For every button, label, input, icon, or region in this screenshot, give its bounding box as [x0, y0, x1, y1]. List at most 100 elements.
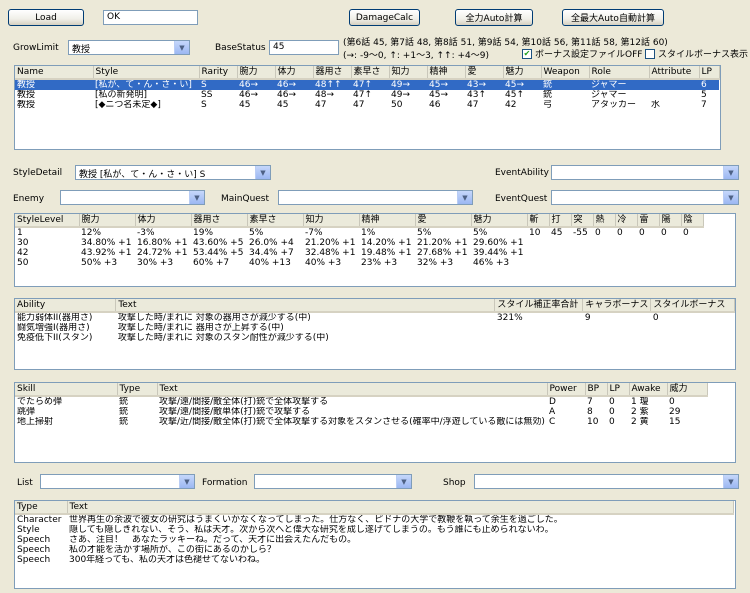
col-str[interactable]: 腕力: [237, 66, 276, 80]
col-name[interactable]: Name: [15, 66, 94, 80]
text-row[interactable]: Style 隠しても隠しきれない、そう、私は天才。次から次へと偉大な研究を成し遂げ…: [15, 525, 733, 535]
main-quest-select[interactable]: ▼: [278, 190, 473, 205]
col-power[interactable]: Power: [547, 383, 586, 397]
col-bp[interactable]: BP: [585, 383, 608, 397]
col-agi[interactable]: 素早さ: [247, 214, 304, 228]
col-slash[interactable]: 斬: [527, 214, 550, 228]
text-row[interactable]: Speech さあ、注目！ あなたラッキーね。だって、天才に出会えたんだもの。: [15, 535, 733, 545]
col-heat[interactable]: 熱: [593, 214, 616, 228]
event-quest-select[interactable]: ▼: [551, 190, 739, 205]
skill-row[interactable]: でたらめ弾 銃 攻撃/遠/間接/敵全体(打)銃で全体攻撃する D 7 0 1 瓊 0: [15, 396, 707, 407]
col-int[interactable]: 知力: [389, 66, 428, 80]
col-int[interactable]: 知力: [303, 214, 360, 228]
ability-row[interactable]: 能力弱体II(器用さ) 攻撃した時/まれに 対象の器用さが減少する(中) 321% 9…: [15, 312, 735, 323]
skill-row[interactable]: 跳弾 銃 攻撃/遠/間接/敵単体(打)銃で攻撃する A 8 0 2 紫 29: [15, 407, 707, 417]
formation-select[interactable]: ▼: [254, 474, 412, 489]
style-level-cell: 5%: [473, 228, 488, 238]
col-love[interactable]: 愛: [465, 66, 504, 80]
col-cha[interactable]: 魅力: [503, 66, 542, 80]
skill-row-cell: 15: [669, 417, 681, 427]
style-table[interactable]: Name Style Rarity 腕力 体力 器用さ 素早さ 知力 精神 愛 …: [14, 65, 721, 150]
name-input[interactable]: OK: [103, 10, 198, 25]
col-awake[interactable]: Awake: [629, 383, 668, 397]
col-agi[interactable]: 素早さ: [351, 66, 390, 80]
col-text[interactable]: Text: [157, 383, 548, 397]
load-button[interactable]: Load: [8, 9, 84, 26]
col-cold[interactable]: 冷: [615, 214, 638, 228]
col-love[interactable]: 愛: [415, 214, 472, 228]
col-style-bonus[interactable]: スタイルボーナス: [650, 299, 735, 313]
text-row[interactable]: Speech 私の才能を活かす場所が、この街にあるのかしら？: [15, 545, 733, 555]
col-dex[interactable]: 器用さ: [313, 66, 352, 80]
list-select[interactable]: ▼: [40, 474, 195, 489]
style-level-table[interactable]: StyleLevel 腕力 体力 器用さ 素早さ 知力 精神 愛 魅力 斬 打 …: [14, 213, 736, 287]
col-style[interactable]: Style: [93, 66, 200, 80]
max-auto-button[interactable]: 全最大Auto自動計算: [562, 9, 664, 26]
col-light[interactable]: 陽: [659, 214, 682, 228]
style-detail-select[interactable]: 教授 [私が、て・ん・さ・い] S ▼: [75, 165, 271, 180]
col-str[interactable]: 腕力: [79, 214, 136, 228]
col-text[interactable]: Text: [67, 501, 734, 515]
col-weapon[interactable]: Weapon: [541, 66, 590, 80]
bonus-file-off-checkbox[interactable]: ✔ ボーナス設定ファイルOFF: [522, 47, 642, 60]
style-table-row[interactable]: 教授 [私が、て・ん・さ・い] S 46→ 46→ 48↑↑ 47↑ 49→ 45→ 43→ 45→…: [15, 79, 719, 90]
style-level-row[interactable]: 30 34.80% +1 16.80% +1 43.60% +5 26.0% +4 21.…: [15, 238, 703, 248]
resistance-cell: [593, 258, 615, 268]
col-role[interactable]: Role: [589, 66, 650, 80]
col-ability[interactable]: Ability: [15, 299, 117, 313]
col-skill[interactable]: Skill: [15, 383, 118, 397]
enemy-select[interactable]: ▼: [60, 190, 205, 205]
text-table[interactable]: Type Text Character 世界再生の余波で彼女の研究はうまくいかなく…: [14, 500, 736, 589]
style-level-row[interactable]: 42 43.92% +1 24.72% +1 53.44% +5 34.4% +7 32.…: [15, 248, 703, 258]
style-table-row-cell: 45: [239, 100, 251, 110]
col-dex[interactable]: 器用さ: [191, 214, 248, 228]
style-level-cell: 60% +7: [193, 258, 230, 268]
style-table-row[interactable]: 教授 [◆ニつ名未定◆] S 45 45 47 47 50 46 47 42 弓 アタッカー 水 7: [15, 100, 719, 110]
col-vit[interactable]: 体力: [275, 66, 314, 80]
text-row[interactable]: Character 世界再生の余波で彼女の研究はうまくいかなくなってしまった。仕方…: [15, 514, 733, 525]
style-table-row[interactable]: 教授 [私の新発明] SS 46→ 46→ 48→ 47↑ 49→ 45→ 43↑ 45↑ 銃 ジャマー…: [15, 90, 719, 100]
full-power-auto-button[interactable]: 全力Auto計算: [455, 9, 533, 26]
col-thunder[interactable]: 雷: [637, 214, 660, 228]
grow-limit-select[interactable]: 教授 ▼: [68, 40, 190, 55]
col-wil[interactable]: 精神: [359, 214, 416, 228]
event-ability-select[interactable]: ▼: [551, 165, 739, 180]
col-text[interactable]: Text: [115, 299, 496, 313]
col-chara-bonus[interactable]: キャラボーナス: [582, 299, 652, 313]
ability-row[interactable]: 免疫低下II(スタン) 攻撃した時/まれに 対象のスタン耐性が減少する(中): [15, 333, 735, 343]
col-attribute[interactable]: Attribute: [649, 66, 700, 80]
ability-row[interactable]: 闘気増強I(器用さ) 攻撃した時/まれに 器用さが上昇する(中): [15, 323, 735, 333]
col-cha[interactable]: 魅力: [471, 214, 528, 228]
col-lp[interactable]: LP: [699, 66, 720, 80]
col-type[interactable]: Type: [117, 383, 158, 397]
skill-row-cell: 29: [669, 407, 681, 417]
text-row[interactable]: Speech 300年経っても、私の天才は色褪せてないわね。: [15, 555, 733, 565]
style-table-row-cell: 46→: [275, 79, 313, 90]
col-might[interactable]: 威力: [667, 383, 708, 397]
grow-limit-label: GrowLimit: [13, 43, 59, 53]
ability-row-cell: [583, 333, 651, 343]
col-pierce[interactable]: 突: [571, 214, 594, 228]
shop-select[interactable]: ▼: [474, 474, 739, 489]
resistance-cell: [527, 238, 549, 248]
col-rarity[interactable]: Rarity: [199, 66, 238, 80]
style-level-cell: 26.0% +4: [249, 238, 294, 248]
skill-row[interactable]: 地上掃射 銃 攻撃/近/間接/敵全体(打)銃で全体攻撃する対象をスタンさせる(確率中…: [15, 417, 707, 427]
skill-table[interactable]: Skill Type Text Power BP LP Awake 威力 でたら…: [14, 382, 736, 463]
style-level-cell: 27.68% +1: [417, 248, 468, 258]
col-dark[interactable]: 陰: [681, 214, 704, 228]
col-lp[interactable]: LP: [607, 383, 630, 397]
col-vit[interactable]: 体力: [135, 214, 192, 228]
damage-calc-button[interactable]: DamageCalc: [349, 9, 420, 26]
col-type[interactable]: Type: [15, 501, 68, 515]
col-style-level[interactable]: StyleLevel: [15, 214, 80, 228]
ability-table[interactable]: Ability Text スタイル補正率合計 キャラボーナス スタイルボーナス …: [14, 298, 736, 370]
resistance-cell: -55: [573, 228, 588, 238]
col-wil[interactable]: 精神: [427, 66, 466, 80]
col-blunt[interactable]: 打: [549, 214, 572, 228]
style-bonus-checkbox[interactable]: スタイルボーナス表示: [645, 47, 748, 60]
style-level-row[interactable]: 50 50% +3 30% +3 60% +7 40% +13 40% +3 23% +3 3…: [15, 258, 703, 268]
style-level-row[interactable]: 1 12% -3% 19% 5% -7% 1% 5% 5% 10 45 -55 0 0 0 0 0: [15, 227, 703, 238]
base-status-input[interactable]: 45: [269, 40, 339, 55]
col-style-rate-total[interactable]: スタイル補正率合計: [494, 299, 584, 313]
